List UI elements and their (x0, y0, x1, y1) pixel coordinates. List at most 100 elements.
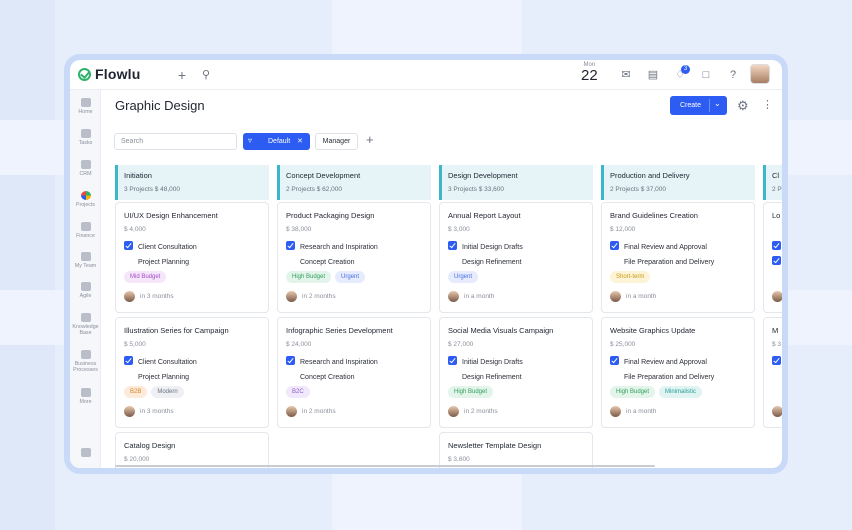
assignee-avatar[interactable] (610, 406, 621, 417)
checkbox[interactable] (124, 256, 133, 265)
sidebar-item-knowledge-base[interactable]: Knowledge Base (70, 313, 101, 336)
kebab-menu-icon[interactable]: ⋮ (762, 98, 773, 111)
search-icon[interactable]: ⚲ (198, 67, 214, 83)
checkbox[interactable] (610, 241, 619, 250)
sidebar-item-business-processes[interactable]: Business Processes (70, 350, 101, 373)
sidebar-item-my-team[interactable]: My Team (70, 252, 101, 269)
project-card[interactable]: Social Media Visuals Campaign $ 27,000 Ini… (439, 317, 593, 428)
task-item[interactable]: Research and Inspiration (286, 241, 378, 251)
chat-icon[interactable]: □ (698, 67, 714, 83)
project-card[interactable]: Infographic Series Development $ 24,000 Re… (277, 317, 431, 428)
assignee-avatar[interactable] (772, 291, 782, 302)
checkbox[interactable] (448, 241, 457, 250)
task-item[interactable] (772, 241, 782, 251)
assignee-avatar[interactable] (448, 291, 459, 302)
tag-badge[interactable]: High Budget (448, 386, 494, 398)
card-title[interactable]: M (772, 326, 778, 335)
project-card[interactable]: Annual Report Layout $ 3,000 Initial Desig… (439, 202, 593, 313)
create-button[interactable]: Create ⌄ (670, 96, 727, 115)
task-item[interactable]: Initial Design Drafts (448, 356, 523, 366)
checkbox[interactable] (772, 256, 781, 265)
task-item[interactable]: File Preparation and Delivery (610, 256, 714, 266)
user-avatar[interactable] (750, 64, 770, 84)
tag-badge[interactable]: Minimalistic (659, 386, 703, 398)
horizontal-scrollbar[interactable] (115, 465, 655, 467)
tag-badge[interactable]: B2C (286, 386, 310, 398)
project-card[interactable]: Catalog Design $ 20,000 (115, 432, 269, 468)
card-title[interactable]: Annual Report Layout (448, 211, 521, 220)
sidebar-item-more[interactable]: More (70, 388, 101, 405)
checkbox[interactable] (772, 356, 781, 365)
close-icon[interactable]: ✕ (297, 137, 303, 145)
sidebar-item-crm[interactable]: CRM (70, 160, 101, 177)
project-card[interactable]: Illustration Series for Campaign $ 5,000 C… (115, 317, 269, 428)
project-card[interactable]: Lo (763, 202, 782, 313)
tag-badge[interactable]: Mid Budget (124, 271, 167, 283)
checkbox[interactable] (124, 241, 133, 250)
assignee-avatar[interactable] (448, 406, 459, 417)
sidebar-item-projects[interactable]: Projects (70, 191, 101, 208)
task-item[interactable]: Concept Creation (286, 371, 354, 381)
task-item[interactable]: Project Planning (124, 256, 189, 266)
checkbox[interactable] (610, 256, 619, 265)
tag-badge[interactable]: Modern (151, 386, 184, 398)
checkbox[interactable] (610, 371, 619, 380)
checkbox[interactable] (286, 256, 295, 265)
checkbox[interactable] (286, 356, 295, 365)
sidebar-item-home[interactable]: Home (70, 98, 101, 115)
notes-icon[interactable]: ▤ (645, 67, 661, 83)
column-header[interactable]: Production and Delivery 2 Projects $ 37,0… (601, 165, 755, 200)
card-title[interactable]: Catalog Design (124, 441, 175, 450)
sidebar-item-tasks[interactable]: Tasks (70, 129, 101, 146)
tag-badge[interactable]: High Budget (610, 386, 656, 398)
assignee-avatar[interactable] (772, 406, 782, 417)
tag-badge[interactable]: Short-term (610, 271, 651, 283)
task-item[interactable]: Client Consultation (124, 241, 197, 251)
checkbox[interactable] (286, 371, 295, 380)
project-card[interactable]: Brand Guidelines Creation $ 12,000 Final R… (601, 202, 755, 313)
card-title[interactable]: Product Packaging Design (286, 211, 374, 220)
task-item[interactable]: Design Refinement (448, 256, 522, 266)
card-title[interactable]: Website Graphics Update (610, 326, 695, 335)
column-header[interactable]: Cl 2 P (763, 165, 782, 200)
task-item[interactable]: Design Refinement (448, 371, 522, 381)
task-item[interactable]: Initial Design Drafts (448, 241, 523, 251)
help-icon[interactable]: ? (725, 67, 741, 83)
assignee-avatar[interactable] (286, 406, 297, 417)
default-filter-button[interactable]: ▿ Default ✕ (243, 133, 310, 150)
card-title[interactable]: UI/UX Design Enhancement (124, 211, 218, 220)
logo[interactable]: Flowlu (78, 66, 141, 82)
project-card[interactable]: UI/UX Design Enhancement $ 4,000 Client Co… (115, 202, 269, 313)
checkbox[interactable] (448, 256, 457, 265)
plus-icon[interactable]: + (174, 67, 190, 83)
project-card[interactable]: M $ 3 (763, 317, 782, 428)
search-input[interactable]: Search (114, 133, 237, 150)
task-item[interactable]: Client Consultation (124, 356, 197, 366)
checkbox[interactable] (448, 356, 457, 365)
card-title[interactable]: Newsletter Template Design (448, 441, 541, 450)
column-header[interactable]: Concept Development 2 Projects $ 62,000 (277, 165, 431, 200)
project-card[interactable]: Newsletter Template Design $ 3,600 (439, 432, 593, 468)
task-item[interactable]: File Preparation and Delivery (610, 371, 714, 381)
task-item[interactable]: Project Planning (124, 371, 189, 381)
checkbox[interactable] (772, 241, 781, 250)
manager-filter-button[interactable]: Manager (315, 133, 358, 150)
mail-icon[interactable]: ✉ (618, 67, 634, 83)
add-filter-icon[interactable]: + (366, 132, 374, 147)
task-item[interactable] (772, 356, 782, 366)
checkbox[interactable] (610, 356, 619, 365)
chevron-down-icon[interactable]: ⌄ (714, 99, 721, 108)
tag-badge[interactable]: Urgent (448, 271, 479, 283)
card-title[interactable]: Social Media Visuals Campaign (448, 326, 553, 335)
checkbox[interactable] (124, 356, 133, 365)
card-title[interactable]: Brand Guidelines Creation (610, 211, 698, 220)
task-item[interactable]: Final Review and Approval (610, 241, 707, 251)
assignee-avatar[interactable] (124, 291, 135, 302)
column-header[interactable]: Initiation 3 Projects $ 48,000 (115, 165, 269, 200)
sidebar-item-finance[interactable]: Finance (70, 222, 101, 239)
task-item[interactable]: Final Review and Approval (610, 356, 707, 366)
tag-badge[interactable]: High Budget (286, 271, 332, 283)
column-header[interactable]: Design Development 3 Projects $ 33,600 (439, 165, 593, 200)
task-item[interactable]: Concept Creation (286, 256, 354, 266)
card-title[interactable]: Lo (772, 211, 780, 220)
